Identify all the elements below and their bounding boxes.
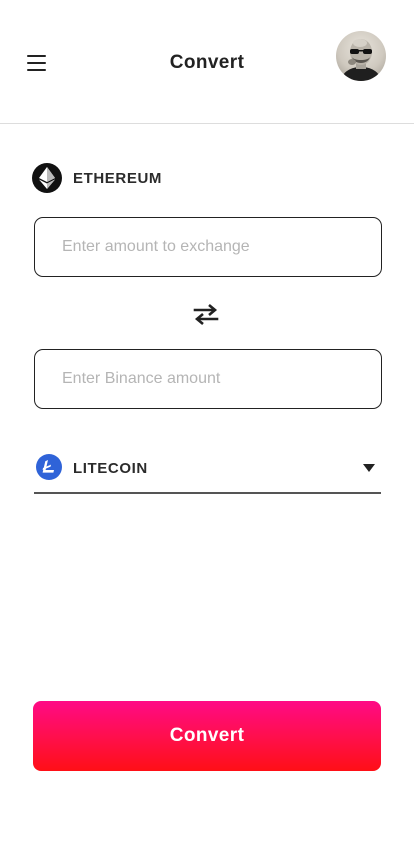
litecoin-icon: [36, 454, 62, 480]
avatar-photo: [340, 39, 382, 81]
swap-arrows-icon[interactable]: [192, 302, 220, 326]
app-header: Convert: [0, 0, 414, 124]
exchange-amount-input[interactable]: [34, 217, 382, 277]
chevron-down-icon[interactable]: [363, 464, 375, 472]
from-coin-label: ETHEREUM: [73, 169, 162, 187]
avatar[interactable]: [336, 31, 386, 81]
to-coin-label: LITECOIN: [73, 460, 148, 477]
binance-amount-input[interactable]: [34, 349, 382, 409]
from-coin: ETHEREUM: [32, 163, 162, 193]
convert-button[interactable]: Convert: [33, 701, 381, 771]
to-coin-select[interactable]: LITECOIN: [34, 452, 381, 494]
ethereum-icon: [32, 163, 62, 193]
